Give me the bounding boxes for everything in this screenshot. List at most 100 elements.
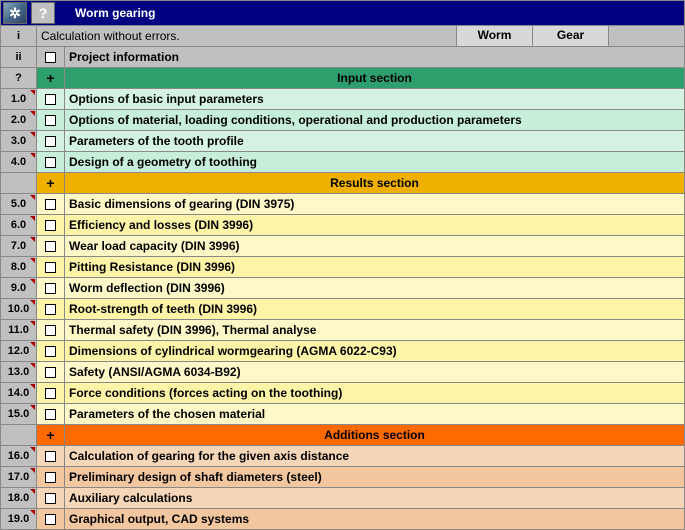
row-number: 4.0 xyxy=(1,152,37,172)
row-number: 12.0 xyxy=(1,341,37,361)
results-section-title: Results section xyxy=(65,173,684,193)
project-info-row[interactable]: ii Project information xyxy=(0,47,685,68)
row-checkbox[interactable] xyxy=(37,341,65,361)
row-checkbox[interactable] xyxy=(37,446,65,466)
row-label: Efficiency and losses (DIN 3996) xyxy=(65,215,684,235)
additions-section-header[interactable]: + Additions section xyxy=(0,425,685,446)
row-label: Safety (ANSI/AGMA 6034-B92) xyxy=(65,362,684,382)
project-info-index: ii xyxy=(1,47,37,67)
input-row[interactable]: 4.0 Design of a geometry of toothing xyxy=(0,152,685,173)
title-bar: ✲ ? Worm gearing xyxy=(0,0,685,26)
additions-row[interactable]: 19.0 Graphical output, CAD systems xyxy=(0,509,685,530)
row-checkbox[interactable] xyxy=(37,488,65,508)
row-label: Design of a geometry of toothing xyxy=(65,152,684,172)
row-label: Options of material, loading conditions,… xyxy=(65,110,684,130)
row-checkbox[interactable] xyxy=(37,299,65,319)
results-row[interactable]: 9.0 Worm deflection (DIN 3996) xyxy=(0,278,685,299)
row-number: 19.0 xyxy=(1,509,37,529)
page-title: Worm gearing xyxy=(75,6,155,20)
app-icon[interactable]: ✲ xyxy=(3,2,27,24)
row-label: Thermal safety (DIN 3996), Thermal analy… xyxy=(65,320,684,340)
row-number: 3.0 xyxy=(1,131,37,151)
row-checkbox[interactable] xyxy=(37,215,65,235)
row-label: Worm deflection (DIN 3996) xyxy=(65,278,684,298)
row-label: Options of basic input parameters xyxy=(65,89,684,109)
row-checkbox[interactable] xyxy=(37,320,65,340)
row-checkbox[interactable] xyxy=(37,404,65,424)
row-checkbox[interactable] xyxy=(37,467,65,487)
results-row[interactable]: 8.0 Pitting Resistance (DIN 3996) xyxy=(0,257,685,278)
input-row[interactable]: 2.0 Options of material, loading conditio… xyxy=(0,110,685,131)
row-label: Dimensions of cylindrical wormgearing (A… xyxy=(65,341,684,361)
additions-section-title: Additions section xyxy=(65,425,684,445)
input-section-title: Input section xyxy=(65,68,684,88)
row-number: 11.0 xyxy=(1,320,37,340)
results-section-header[interactable]: + Results section xyxy=(0,173,685,194)
row-number: 7.0 xyxy=(1,236,37,256)
row-checkbox[interactable] xyxy=(37,362,65,382)
row-checkbox[interactable] xyxy=(37,194,65,214)
row-label: Force conditions (forces acting on the t… xyxy=(65,383,684,403)
status-row: i Calculation without errors. Worm Gear xyxy=(0,26,685,47)
row-checkbox[interactable] xyxy=(37,383,65,403)
row-number: 6.0 xyxy=(1,215,37,235)
row-checkbox[interactable] xyxy=(37,257,65,277)
row-number: 15.0 xyxy=(1,404,37,424)
project-info-label: Project information xyxy=(65,47,684,67)
row-number: 9.0 xyxy=(1,278,37,298)
row-number: 16.0 xyxy=(1,446,37,466)
row-number: 2.0 xyxy=(1,110,37,130)
row-number: 13.0 xyxy=(1,362,37,382)
row-number: 5.0 xyxy=(1,194,37,214)
input-section-expand[interactable]: + xyxy=(37,68,65,88)
row-number: 8.0 xyxy=(1,257,37,277)
row-number: 14.0 xyxy=(1,383,37,403)
results-row[interactable]: 14.0 Force conditions (forces acting on t… xyxy=(0,383,685,404)
results-row[interactable]: 5.0 Basic dimensions of gearing (DIN 3975… xyxy=(0,194,685,215)
input-section-help[interactable]: ? xyxy=(1,68,37,88)
empty-button-slot xyxy=(608,26,684,46)
input-row[interactable]: 1.0 Options of basic input parameters xyxy=(0,89,685,110)
input-row[interactable]: 3.0Parameters of the tooth profile xyxy=(0,131,685,152)
results-section-blank xyxy=(1,173,37,193)
row-checkbox[interactable] xyxy=(37,110,65,130)
results-row[interactable]: 7.0 Wear load capacity (DIN 3996) xyxy=(0,236,685,257)
status-text: Calculation without errors. xyxy=(37,26,456,46)
results-section-expand[interactable]: + xyxy=(37,173,65,193)
row-checkbox[interactable] xyxy=(37,131,65,151)
row-checkbox[interactable] xyxy=(37,89,65,109)
results-row[interactable]: 11.0 Thermal safety (DIN 3996), Thermal a… xyxy=(0,320,685,341)
input-section-header[interactable]: ? + Input section xyxy=(0,68,685,89)
row-number: 17.0 xyxy=(1,467,37,487)
worm-button[interactable]: Worm xyxy=(456,26,532,46)
row-label: Root-strength of teeth (DIN 3996) xyxy=(65,299,684,319)
row-label: Parameters of the chosen material xyxy=(65,404,684,424)
row-label: Calculation of gearing for the given axi… xyxy=(65,446,684,466)
results-row[interactable]: 12.0 Dimensions of cylindrical wormgearin… xyxy=(0,341,685,362)
row-number: 18.0 xyxy=(1,488,37,508)
additions-row[interactable]: 16.0 Calculation of gearing for the given… xyxy=(0,446,685,467)
results-row[interactable]: 15.0 Parameters of the chosen material xyxy=(0,404,685,425)
results-row[interactable]: 6.0 Efficiency and losses (DIN 3996) xyxy=(0,215,685,236)
row-label: Preliminary design of shaft diameters (s… xyxy=(65,467,684,487)
row-label: Basic dimensions of gearing (DIN 3975) xyxy=(65,194,684,214)
status-row-index: i xyxy=(1,26,37,46)
row-number: 1.0 xyxy=(1,89,37,109)
additions-row[interactable]: 18.0 Auxiliary calculations xyxy=(0,488,685,509)
row-label: Pitting Resistance (DIN 3996) xyxy=(65,257,684,277)
row-checkbox[interactable] xyxy=(37,509,65,529)
gear-button[interactable]: Gear xyxy=(532,26,608,46)
row-checkbox[interactable] xyxy=(37,236,65,256)
row-label: Graphical output, CAD systems xyxy=(65,509,684,529)
results-row[interactable]: 13.0 Safety (ANSI/AGMA 6034-B92) xyxy=(0,362,685,383)
project-info-checkbox[interactable] xyxy=(37,47,65,67)
row-checkbox[interactable] xyxy=(37,278,65,298)
results-row[interactable]: 10.0Root-strength of teeth (DIN 3996) xyxy=(0,299,685,320)
row-checkbox[interactable] xyxy=(37,152,65,172)
row-label: Auxiliary calculations xyxy=(65,488,684,508)
additions-section-blank xyxy=(1,425,37,445)
row-label: Wear load capacity (DIN 3996) xyxy=(65,236,684,256)
additions-row[interactable]: 17.0 Preliminary design of shaft diameter… xyxy=(0,467,685,488)
help-icon[interactable]: ? xyxy=(31,2,55,24)
additions-section-expand[interactable]: + xyxy=(37,425,65,445)
